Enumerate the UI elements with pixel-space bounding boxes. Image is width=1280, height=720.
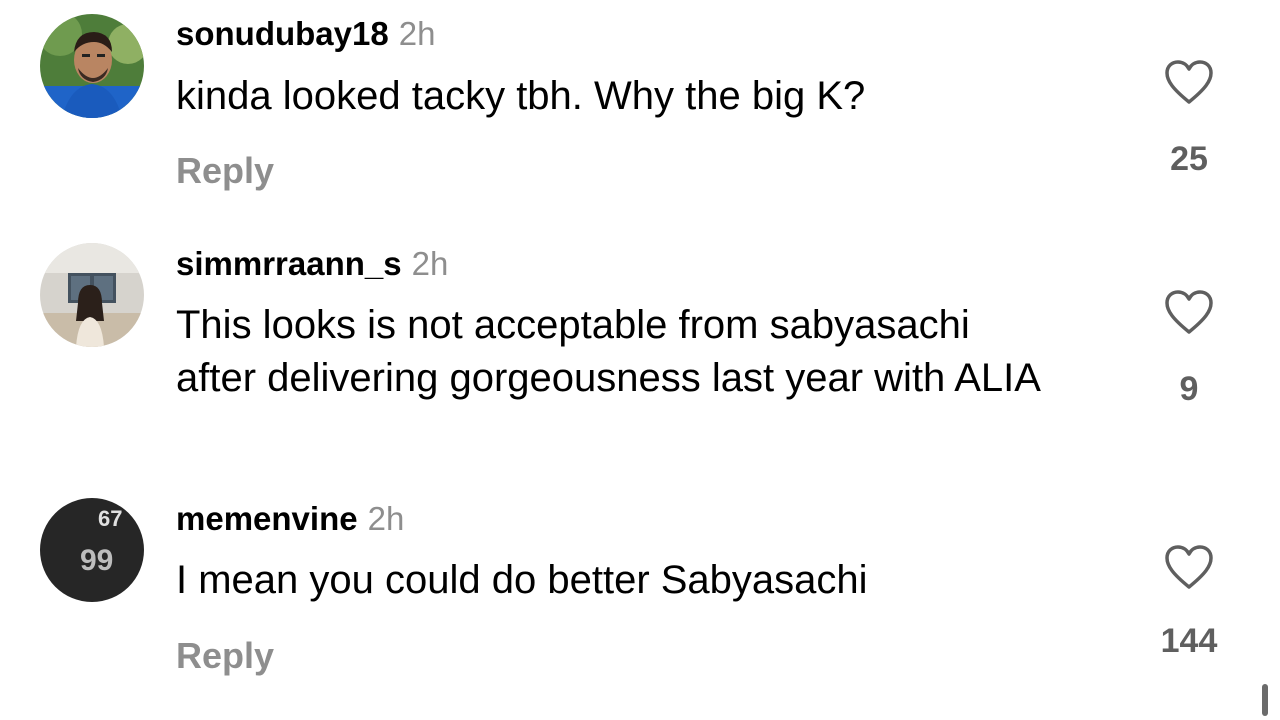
svg-text:67: 67	[98, 506, 122, 531]
avatar-logo-icon: 67 99	[40, 498, 144, 602]
timestamp: 2h	[367, 500, 405, 537]
username-text[interactable]: sonudubay18	[176, 15, 389, 52]
timestamp: 2h	[411, 245, 449, 282]
avatar[interactable]	[40, 14, 144, 118]
avatar[interactable]: 67 99	[40, 498, 144, 602]
like-button[interactable]	[1150, 543, 1228, 591]
like-count: 9	[1179, 370, 1199, 408]
avatar-photo-icon	[40, 243, 144, 347]
like-count: 25	[1170, 140, 1208, 178]
svg-text:99: 99	[80, 544, 113, 577]
reply-button[interactable]: Reply	[176, 635, 274, 677]
username[interactable]: simmrraann_s 2h	[176, 244, 448, 284]
heart-icon[interactable]	[1163, 288, 1215, 336]
username[interactable]: sonudubay18 2h	[176, 14, 435, 54]
like-button[interactable]	[1150, 288, 1228, 336]
username-text[interactable]: simmrraann_s	[176, 245, 402, 282]
avatar-photo-icon	[40, 14, 144, 118]
heart-icon[interactable]	[1163, 58, 1215, 106]
comments-list: sonudubay18 2h kinda looked tacky tbh. Wh…	[0, 0, 1280, 720]
comment-text: I mean you could do better Sabyasachi	[176, 558, 868, 602]
username-text[interactable]: memenvine	[176, 500, 358, 537]
heart-icon[interactable]	[1163, 543, 1215, 591]
avatar[interactable]	[40, 243, 144, 347]
username[interactable]: memenvine 2h	[176, 499, 404, 539]
comment-text: This looks is not acceptable from sabyas…	[176, 303, 1041, 400]
scrollbar-thumb[interactable]	[1262, 684, 1268, 716]
timestamp: 2h	[398, 15, 436, 52]
like-button[interactable]	[1150, 58, 1228, 106]
like-count: 144	[1160, 622, 1218, 660]
reply-button[interactable]: Reply	[176, 150, 274, 192]
comment-text: kinda looked tacky tbh. Why the big K?	[176, 74, 866, 118]
